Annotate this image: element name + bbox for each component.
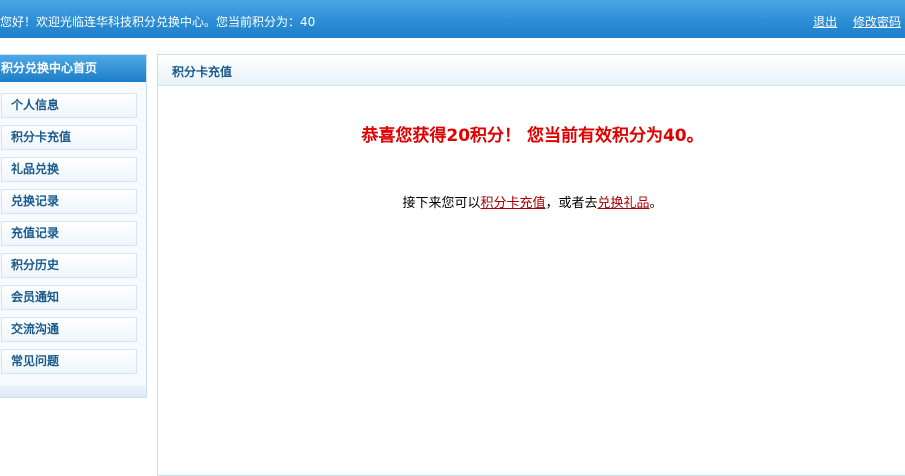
sidebar-item-recharge-records[interactable]: 充值记录 [1,221,137,246]
gift-exchange-link[interactable]: 兑换礼品 [598,196,650,211]
next-suffix: 。 [649,196,663,211]
sidebar-item-profile[interactable]: 个人信息 [1,93,137,118]
next-middle: ，或者去 [545,196,598,211]
sidebar: 积分兑换中心首页 个人信息 积分卡充值 礼品兑换 兑换记录 充值记录 积分历史 … [0,54,147,398]
success-message: 恭喜您获得20积分！ 您当前有效积分为40。 [361,126,704,146]
welcome-text: 您好！欢迎光临连华科技积分兑换中心。您当前积分为：40 [0,15,316,29]
sidebar-item-points-history[interactable]: 积分历史 [1,253,137,278]
main-panel: 积分卡充值 恭喜您获得20积分！ 您当前有效积分为40。 接下来您可以积分卡充值… [157,54,905,476]
card-recharge-link[interactable]: 积分卡充值 [480,196,545,211]
sidebar-item-card-recharge[interactable]: 积分卡充值 [1,125,137,150]
change-password-link[interactable]: 修改密码 [853,15,901,29]
panel-title: 积分卡充值 [158,55,905,86]
top-bar: 您好！欢迎光临连华科技积分兑换中心。您当前积分为：40 退出 修改密码 [0,0,905,38]
sidebar-item-communication[interactable]: 交流沟通 [1,317,137,342]
sidebar-menu: 个人信息 积分卡充值 礼品兑换 兑换记录 充值记录 积分历史 会员通知 交流沟通… [0,82,146,374]
next-prefix: 接下来您可以 [402,196,481,211]
sidebar-footer [0,385,146,397]
header-links: 退出 修改密码 [801,13,901,30]
sidebar-item-gift-exchange[interactable]: 礼品兑换 [1,157,137,182]
sidebar-title[interactable]: 积分兑换中心首页 [0,55,146,82]
sidebar-item-exchange-records[interactable]: 兑换记录 [1,189,137,214]
sidebar-item-faq[interactable]: 常见问题 [1,349,137,374]
sidebar-item-member-notices[interactable]: 会员通知 [1,285,137,310]
logout-link[interactable]: 退出 [813,15,837,29]
next-steps: 接下来您可以积分卡充值，或者去兑换礼品。 [158,192,905,211]
